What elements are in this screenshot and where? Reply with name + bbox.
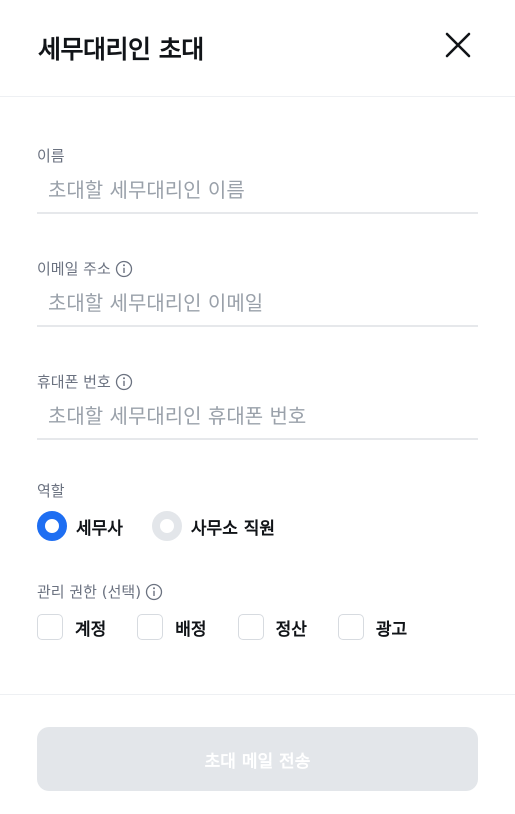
permission-assignment[interactable]: 배정 [137,614,207,640]
checkbox[interactable] [37,614,63,640]
permissions-checkbox-group: 계정 배정 정산 광고 [37,614,478,640]
name-label: 이름 [37,147,65,165]
role-option-label: 세무사 [76,518,123,539]
role-option-tax-accountant[interactable]: 세무사 [37,511,123,541]
checkbox[interactable] [237,614,264,640]
info-icon[interactable] [145,583,163,601]
role-option-office-staff[interactable]: 사무소 직원 [151,511,276,541]
footer-divider [0,694,515,695]
permission-label: 계정 [75,619,107,640]
phone-input[interactable] [37,404,478,440]
info-icon[interactable] [115,260,133,278]
role-field: 역할 세무사 사무소 직원 [37,480,478,541]
permissions-label: 관리 권한 (선택) [37,581,478,602]
permission-label: 광고 [375,619,408,640]
permission-settlement[interactable]: 정산 [237,614,307,640]
checkbox[interactable] [137,614,164,640]
role-radio-group: 세무사 사무소 직원 [37,511,478,541]
email-input[interactable] [37,291,478,327]
email-label: 이메일 주소 [37,258,478,279]
permission-advertising[interactable]: 광고 [337,614,408,640]
info-icon[interactable] [115,373,133,391]
radio-unselected-icon[interactable] [151,511,182,541]
invite-form: 이름 이메일 주소 휴대폰 번호 역할 세무사 [0,145,515,640]
role-label: 역할 [37,482,65,500]
permission-account[interactable]: 계정 [37,614,106,640]
phone-label: 휴대폰 번호 [37,371,478,392]
modal-header: 세무대리인 초대 [0,0,515,97]
radio-selected-icon[interactable] [37,511,67,541]
role-option-label: 사무소 직원 [190,518,276,539]
phone-field: 휴대폰 번호 [37,371,478,440]
name-input[interactable] [37,178,478,214]
email-field: 이메일 주소 [37,258,478,327]
close-button[interactable] [441,28,475,62]
permission-label: 배정 [175,619,207,640]
modal-title: 세무대리인 초대 [38,35,204,64]
permissions-field: 관리 권한 (선택) 계정 배정 정산 광고 [37,581,478,640]
permission-label: 정산 [275,619,307,640]
checkbox[interactable] [337,614,364,640]
send-invite-button[interactable]: 초대 메일 전송 [37,727,478,791]
close-icon [445,32,471,58]
name-field: 이름 [37,145,478,214]
